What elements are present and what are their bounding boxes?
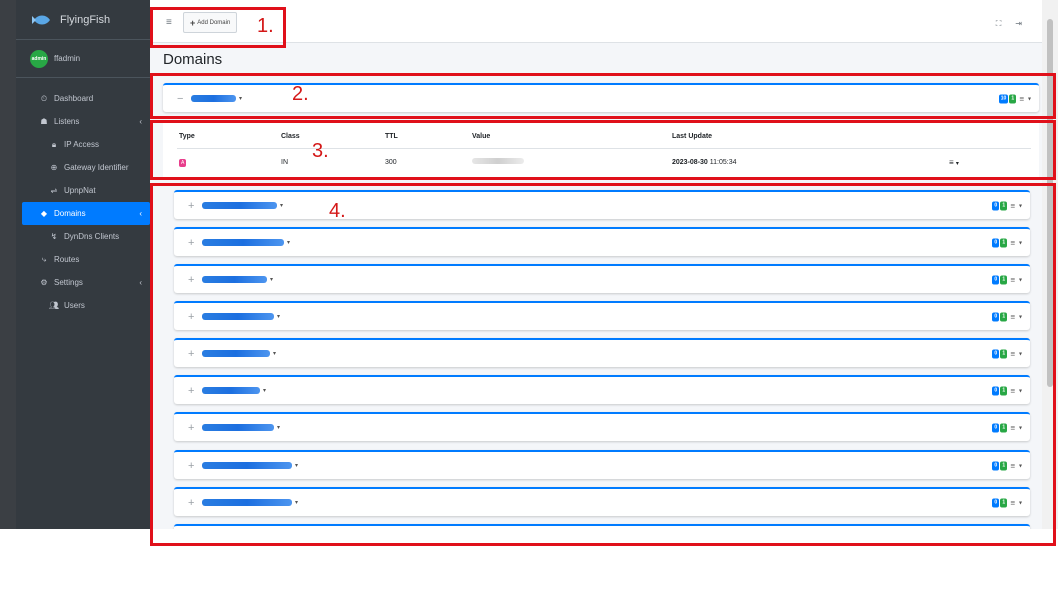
sidebar-item-upnpnat[interactable]: ⇌ UpnpNat	[22, 179, 150, 202]
sidebar-item-label: Dashboard	[54, 94, 94, 103]
tags-icon: ◆	[40, 209, 48, 218]
sidebar-item-label: UpnpNat	[64, 186, 96, 195]
brand-name: FlyingFish	[60, 13, 111, 26]
satellite-icon: ↯	[50, 232, 58, 241]
page-title: Domains	[163, 51, 223, 68]
brand[interactable]: FlyingFish	[16, 0, 150, 40]
fish-logo-icon	[32, 15, 50, 24]
sidebar-item-label: Users	[64, 301, 85, 310]
chevron-left-icon: ‹	[139, 278, 142, 287]
logout-icon[interactable]: ⇥	[1015, 19, 1022, 29]
sidebar-item-dashboard[interactable]: ⏲ Dashboard	[22, 87, 150, 110]
annotation-box-4	[150, 183, 1056, 546]
avatar: admin	[30, 49, 48, 68]
sidebar-item-settings[interactable]: ⚙ Settings ‹	[22, 271, 150, 294]
sidebar-item-label: IP Access	[64, 140, 99, 149]
sidebar-item-label: Settings	[54, 278, 83, 287]
annotation-label-1: 1.	[257, 15, 274, 37]
annotation-box-2	[150, 73, 1056, 119]
sidebar-item-routes[interactable]: ⤷ Routes	[22, 248, 150, 271]
user-name: ffadmin	[54, 54, 81, 63]
sidebar-item-label: Domains	[54, 209, 86, 218]
sidebar-item-domains[interactable]: ◆ Domains ‹	[22, 202, 150, 225]
sidebar-item-label: DynDns Clients	[64, 232, 120, 241]
routes-icon: ⤷	[41, 254, 47, 264]
sidebar-nav: ⏲ Dashboard ☗ Listens ‹ 🔒︎ IP Access ⊕ Gateway I…	[16, 87, 150, 317]
annotation-box-3	[150, 120, 1056, 180]
sidebar: FlyingFish admin ffadmin ⏲ Dashboard ☗ List…	[16, 0, 150, 529]
chevron-left-icon: ‹	[139, 117, 142, 126]
sidebar-item-users[interactable]: 👥︎ Users	[22, 294, 150, 317]
sidebar-item-dyndns-clients[interactable]: ↯ DynDns Clients	[22, 225, 150, 248]
left-gutter	[0, 0, 16, 529]
globe-icon: ⊕	[50, 163, 58, 172]
fullscreen-icon[interactable]: ⛶	[996, 19, 1002, 29]
dashboard-icon: ⏲	[40, 93, 48, 103]
sidebar-item-ip-access[interactable]: 🔒︎ IP Access	[22, 133, 150, 156]
sidebar-item-gateway-identifier[interactable]: ⊕ Gateway Identifier	[22, 156, 150, 179]
sidebar-item-label: Routes	[54, 255, 80, 264]
annotation-label-2: 2.	[292, 83, 309, 105]
users-icon: 👥︎	[48, 301, 60, 310]
chevron-left-icon: ‹	[139, 209, 142, 218]
listens-icon: ☗	[40, 117, 48, 126]
sidebar-item-label: Listens	[54, 117, 80, 126]
sidebar-item-label: Gateway Identifier	[64, 163, 129, 172]
topbar-actions: ⛶ ⇥	[996, 19, 1022, 29]
signpost-icon: ⇌	[50, 186, 58, 195]
sidebar-item-listens[interactable]: ☗ Listens ‹	[22, 110, 150, 133]
annotation-label-4: 4.	[329, 200, 346, 222]
annotation-label-3: 3.	[312, 140, 329, 162]
cogs-icon: ⚙	[40, 278, 48, 287]
lock-icon: 🔒︎	[51, 139, 57, 149]
user-panel[interactable]: admin ffadmin	[16, 40, 150, 78]
